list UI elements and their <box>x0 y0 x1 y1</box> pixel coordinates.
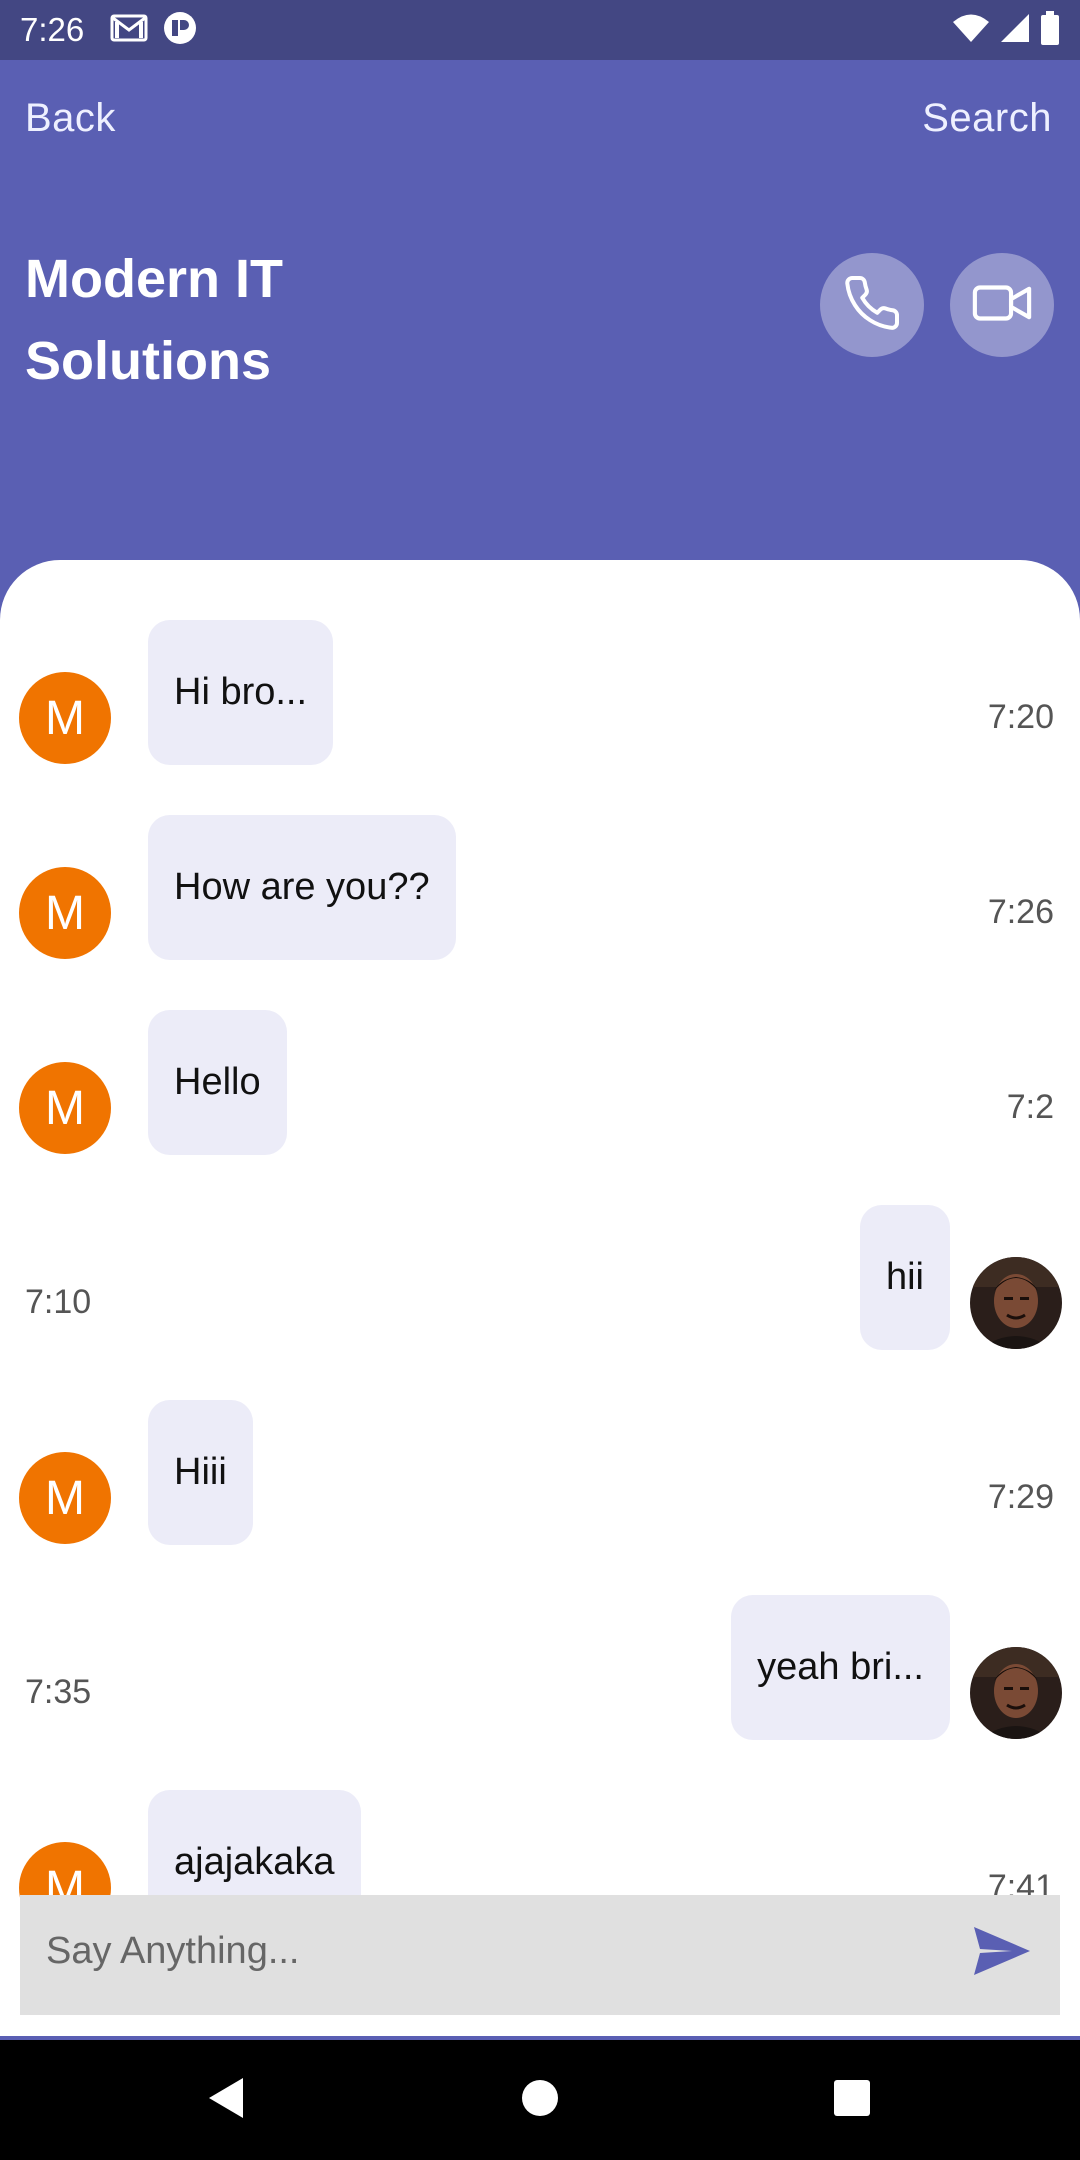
message-list[interactable]: M Hi bro... 7:20 M How are you?? 7:26 M … <box>0 560 1080 2040</box>
message-bubble[interactable]: hii <box>859 1205 950 1350</box>
nav-home-button[interactable] <box>510 2070 570 2130</box>
message-bubble[interactable]: How are you?? <box>148 815 456 960</box>
status-notifications <box>110 10 198 51</box>
send-icon <box>972 1927 1032 1981</box>
chat-header: Back Search Modern IT Solutions <box>0 60 1080 580</box>
signal-icon <box>1000 13 1030 48</box>
app-notification-icon <box>162 10 198 51</box>
message-time: 7:29 <box>987 1478 1054 1516</box>
message-row: 7:10 hii <box>0 1205 1080 1355</box>
message-bubble[interactable]: Hi bro... <box>148 620 334 765</box>
avatar[interactable]: M <box>19 1452 111 1544</box>
search-button[interactable]: Search <box>922 96 1052 141</box>
message-time: 7:26 <box>987 893 1054 931</box>
message-row: M Hi bro... 7:20 <box>0 620 1080 770</box>
status-system-icons <box>952 10 1060 50</box>
message-time: 7:10 <box>25 1283 92 1321</box>
wifi-icon <box>952 13 990 48</box>
home-circle-icon <box>520 2078 560 2123</box>
gmail-icon <box>110 13 148 48</box>
message-bubble[interactable]: Hiii <box>148 1400 253 1545</box>
message-row: M How are you?? 7:26 <box>0 815 1080 965</box>
avatar[interactable]: M <box>19 672 111 764</box>
phone-icon <box>842 273 902 338</box>
avatar[interactable]: M <box>19 1062 111 1154</box>
message-time: 7:20 <box>987 698 1054 736</box>
back-button[interactable]: Back <box>25 96 116 141</box>
message-input[interactable] <box>46 1915 946 1987</box>
message-row: M Hello 7:2 <box>0 1010 1080 1160</box>
page-title: Modern IT Solutions <box>25 249 283 391</box>
nav-back-button[interactable] <box>195 2070 255 2130</box>
message-bubble[interactable]: yeah bri... <box>731 1595 950 1740</box>
user-photo-avatar[interactable] <box>970 1257 1062 1349</box>
message-row: M Hiii 7:29 <box>0 1400 1080 1550</box>
video-camera-icon <box>971 272 1033 339</box>
message-time: 7:2 <box>1006 1088 1054 1126</box>
message-time: 7:35 <box>25 1673 92 1711</box>
message-row: 7:35 yeah bri... <box>0 1595 1080 1745</box>
user-photo-avatar[interactable] <box>970 1647 1062 1739</box>
status-bar: 7:26 <box>0 0 1080 60</box>
avatar[interactable]: M <box>19 867 111 959</box>
battery-icon <box>1040 10 1060 50</box>
message-bubble[interactable]: Hello <box>148 1010 287 1155</box>
call-button[interactable] <box>820 253 924 357</box>
video-call-button[interactable] <box>950 253 1054 357</box>
message-composer <box>20 1895 1060 2015</box>
back-triangle-icon <box>205 2076 245 2125</box>
recents-square-icon <box>833 2079 871 2122</box>
chat-screen: 7:26 Back Search Modern IT Solutions M H… <box>0 0 1080 2160</box>
send-button[interactable] <box>972 1925 1032 1977</box>
status-time: 7:26 <box>20 11 85 48</box>
nav-recents-button[interactable] <box>822 2070 882 2130</box>
system-navigation-bar <box>0 2040 1080 2160</box>
